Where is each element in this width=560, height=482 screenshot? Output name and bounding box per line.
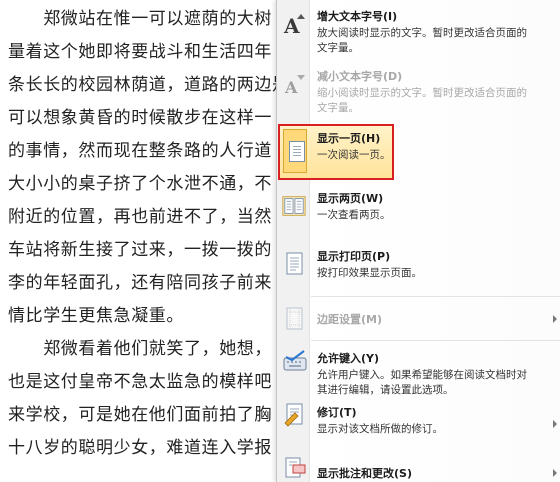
document-line: 附近的位置，再也前进不了，当然 [8, 207, 272, 227]
document-line: 李的年轻面孔，还有陪同孩子前来 [8, 273, 272, 293]
document-line: 大小小的桌子挤了个水泄不通，不 [8, 174, 272, 194]
menu-separator [311, 340, 560, 341]
document-line: 十八岁的聪明少女，难道连入学报 [8, 438, 272, 458]
menu-item-show-comments-changes[interactable]: 显示批注和更改(S) [277, 452, 560, 482]
font-shrink-icon: A [283, 70, 307, 98]
document-line: 也是这付皇帝不急太监急的模样吧 [8, 372, 272, 392]
menu-item-title: 修订(T) [317, 406, 357, 419]
two-pages-icon [282, 192, 306, 220]
menu-item-title: 显示一页(H) [317, 132, 381, 145]
menu-item-description: 一次阅读一页。 [317, 149, 391, 161]
print-page-icon [283, 250, 307, 278]
menu-item-show-print-page[interactable]: 显示打印页(P) 按打印效果显示页面。 [277, 242, 560, 292]
document-line: 情比学生更焦急凝重。 [8, 306, 184, 326]
submenu-arrow-icon [553, 420, 557, 428]
svg-text:A: A [283, 14, 300, 37]
document-line: 车站将新生接了过来，一拨一拨的 [8, 240, 272, 260]
menu-separator [311, 296, 560, 297]
submenu-arrow-icon [553, 469, 557, 477]
margins-icon [283, 305, 307, 333]
menu-item-track-changes[interactable]: 修订(T) 显示对该文档所做的修订。 [277, 398, 560, 444]
menu-item-description: 按打印效果显示页面。 [317, 267, 422, 279]
submenu-arrow-icon [553, 315, 557, 323]
one-page-icon [285, 137, 309, 165]
menu-item-description: 缩小阅读时显示的文字。暂时更改适合页面的文字量。 [317, 87, 527, 114]
menu-item-decrease-font[interactable]: A 减小文本字号(D) 缩小阅读时显示的文字。暂时更改适合页面的文字量。 [277, 62, 560, 118]
menu-item-description: 显示对该文档所做的修订。 [317, 423, 443, 435]
document-line: 郑微站在惟一可以遮荫的大树 [8, 9, 272, 29]
menu-item-description: 一次查看两页。 [317, 209, 391, 221]
menu-item-title: 减小文本字号(D) [317, 70, 403, 83]
allow-typing-icon [283, 348, 307, 376]
document-line: 的事情，然而现在整条路的人行道 [8, 141, 272, 161]
document-line: 量着这个她即将要战斗和生活四年 [8, 42, 272, 62]
menu-item-description: 放大阅读时显示的文字。暂时更改适合页面的文字量。 [317, 27, 527, 54]
menu-item-title: 增大文本字号(I) [317, 10, 398, 23]
menu-item-description: 允许用户键入。如果希望能够在阅读文档时对其进行编辑，请设置此选项。 [317, 369, 527, 396]
menu-item-title: 显示两页(W) [317, 192, 384, 205]
menu-item-show-two-pages[interactable]: 显示两页(W) 一次查看两页。 [277, 184, 560, 234]
track-changes-icon [283, 400, 307, 428]
menu-item-show-one-page[interactable]: 显示一页(H) 一次阅读一页。 [277, 124, 560, 180]
view-options-menu: A 增大文本字号(I) 放大阅读时显示的文字。暂时更改适合页面的文字量。 A 减… [276, 0, 560, 482]
menu-item-title: 显示打印页(P) [317, 250, 391, 263]
menu-item-title: 显示批注和更改(S) [317, 467, 412, 480]
menu-item-title: 允许键入(Y) [317, 352, 380, 365]
svg-text:A: A [284, 78, 298, 97]
document-line: 条长长的校园林荫道，道路的两边是 [8, 75, 290, 95]
document-line: 郑微看着他们就笑了，她想， [8, 339, 272, 359]
font-grow-icon: A [283, 10, 307, 38]
menu-item-increase-font[interactable]: A 增大文本字号(I) 放大阅读时显示的文字。暂时更改适合页面的文字量。 [277, 2, 560, 58]
menu-item-allow-typing[interactable]: 允许键入(Y) 允许用户键入。如果希望能够在阅读文档时对其进行编辑，请设置此选项… [277, 344, 560, 396]
document-line: 来学校，可是她在他们面前拍了胸 [8, 405, 272, 425]
document-line: 可以想象黄昏的时候散步在这样一 [8, 108, 272, 128]
show-comments-icon [283, 454, 307, 482]
menu-item-title: 边距设置(M) [317, 313, 383, 326]
menu-item-margin-settings[interactable]: 边距设置(M) [277, 302, 560, 336]
